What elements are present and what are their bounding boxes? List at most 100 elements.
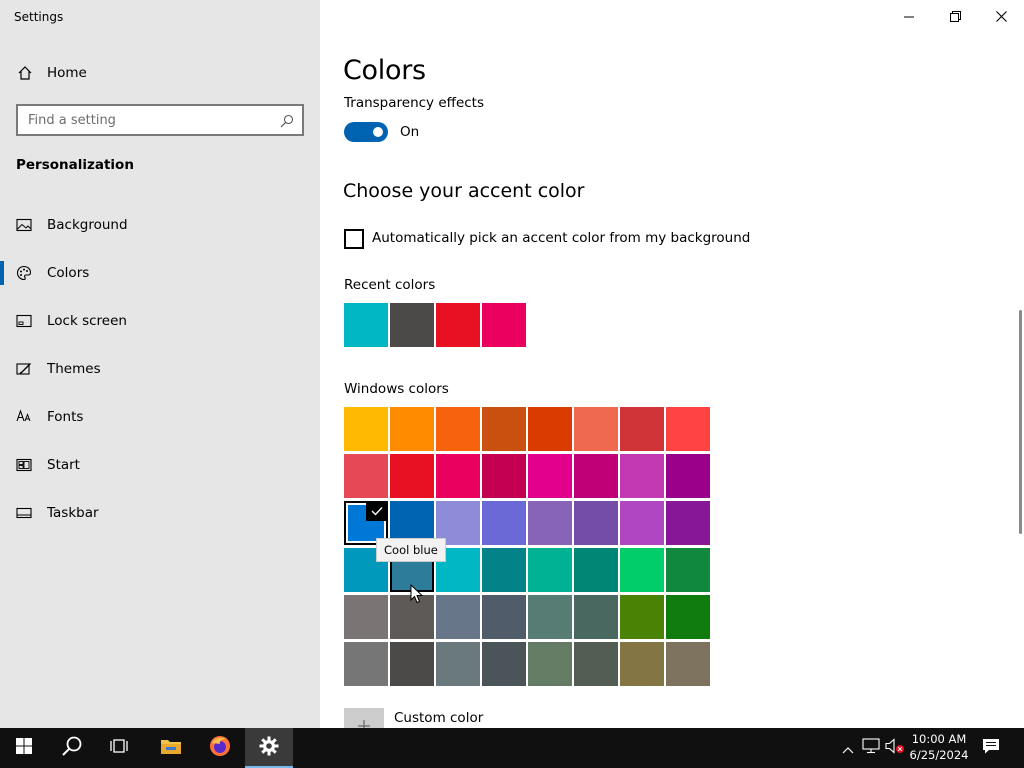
start-button[interactable] xyxy=(0,728,48,768)
action-center-button[interactable] xyxy=(981,738,1001,758)
clock-date: 6/25/2024 xyxy=(909,748,969,762)
windows-color-swatch[interactable] xyxy=(620,548,664,592)
search-input[interactable] xyxy=(18,106,268,134)
recent-colors-label: Recent colors xyxy=(344,277,436,293)
lock-screen-icon xyxy=(16,313,32,329)
sidebar-item-colors[interactable]: Colors xyxy=(0,253,320,293)
scrollbar-thumb[interactable] xyxy=(1019,310,1022,534)
file-explorer-button[interactable] xyxy=(147,728,195,768)
windows-color-swatch[interactable] xyxy=(528,454,572,498)
windows-color-swatch[interactable] xyxy=(574,595,618,639)
recent-color-swatch[interactable] xyxy=(436,303,480,347)
windows-color-swatch[interactable] xyxy=(436,407,480,451)
windows-color-swatch[interactable] xyxy=(666,642,710,686)
network-tray-button[interactable] xyxy=(861,738,881,758)
recent-color-swatch[interactable] xyxy=(390,303,434,347)
home-icon xyxy=(17,65,33,81)
windows-color-swatch[interactable] xyxy=(574,642,618,686)
volume-tray-button[interactable] xyxy=(885,738,905,758)
windows-color-swatch[interactable] xyxy=(620,642,664,686)
sidebar: Settings Home Personalization Background… xyxy=(0,0,320,728)
windows-color-swatch[interactable] xyxy=(482,407,526,451)
windows-color-swatch[interactable] xyxy=(666,501,710,545)
sidebar-item-label: Themes xyxy=(47,361,101,377)
firefox-button[interactable] xyxy=(196,728,244,768)
windows-color-swatch[interactable] xyxy=(666,407,710,451)
auto-pick-checkbox[interactable] xyxy=(344,229,364,249)
windows-color-swatch[interactable] xyxy=(528,501,572,545)
windows-color-swatch[interactable] xyxy=(344,454,388,498)
windows-color-swatch[interactable] xyxy=(436,642,480,686)
settings-taskbar-button[interactable] xyxy=(245,728,293,768)
picture-icon xyxy=(16,217,32,233)
custom-color-label[interactable]: Custom color xyxy=(394,710,483,726)
recent-color-swatch[interactable] xyxy=(482,303,526,347)
windows-color-swatch[interactable] xyxy=(344,595,388,639)
sidebar-item-taskbar[interactable]: Taskbar xyxy=(0,493,320,533)
checkmark-icon xyxy=(366,501,388,521)
taskbar-search-button[interactable] xyxy=(48,728,96,768)
recent-colors-row xyxy=(344,303,526,347)
minimize-button[interactable] xyxy=(886,0,932,32)
taskbar-icon xyxy=(16,505,32,521)
taskbar-clock[interactable]: 10:00 AM 6/25/2024 xyxy=(904,731,974,763)
windows-color-swatch[interactable] xyxy=(436,595,480,639)
sidebar-item-themes[interactable]: Themes xyxy=(0,349,320,389)
windows-color-swatch[interactable] xyxy=(528,595,572,639)
custom-color-button[interactable] xyxy=(344,708,384,728)
windows-color-swatch[interactable] xyxy=(574,454,618,498)
windows-colors-label: Windows colors xyxy=(344,381,449,397)
windows-color-swatch[interactable] xyxy=(574,501,618,545)
windows-color-swatch[interactable] xyxy=(620,454,664,498)
recent-color-swatch[interactable] xyxy=(344,303,388,347)
firefox-icon xyxy=(209,735,231,761)
windows-color-swatch[interactable] xyxy=(482,595,526,639)
windows-color-swatch[interactable] xyxy=(574,407,618,451)
search-icon[interactable] xyxy=(280,113,294,128)
folder-icon xyxy=(160,737,182,759)
restore-button[interactable] xyxy=(932,0,978,32)
toggle-state-label: On xyxy=(400,124,420,140)
sidebar-item-background[interactable]: Background xyxy=(0,205,320,245)
windows-color-swatch[interactable] xyxy=(666,548,710,592)
sidebar-item-lock-screen[interactable]: Lock screen xyxy=(0,301,320,341)
task-view-button[interactable] xyxy=(96,728,144,768)
transparency-toggle[interactable] xyxy=(344,122,388,142)
page-title: Colors xyxy=(343,55,426,86)
accent-color-heading: Choose your accent color xyxy=(343,180,585,202)
themes-icon xyxy=(16,361,32,377)
start-icon xyxy=(16,457,32,473)
sidebar-item-fonts[interactable]: Fonts xyxy=(0,397,320,437)
windows-color-swatch[interactable] xyxy=(482,642,526,686)
windows-color-swatch[interactable] xyxy=(620,407,664,451)
windows-color-swatch[interactable] xyxy=(574,548,618,592)
windows-color-swatch[interactable] xyxy=(528,548,572,592)
sidebar-item-start[interactable]: Start xyxy=(0,445,320,485)
windows-color-swatch[interactable] xyxy=(482,454,526,498)
toggle-knob xyxy=(373,127,383,137)
windows-color-swatch[interactable] xyxy=(390,407,434,451)
close-button[interactable] xyxy=(978,0,1024,32)
windows-color-swatch[interactable] xyxy=(528,407,572,451)
windows-color-swatch[interactable] xyxy=(344,642,388,686)
color-tooltip: Cool blue xyxy=(376,538,446,562)
windows-color-swatch[interactable] xyxy=(620,501,664,545)
auto-pick-label[interactable]: Automatically pick an accent color from … xyxy=(372,230,750,246)
windows-color-swatch[interactable] xyxy=(482,548,526,592)
network-icon xyxy=(862,738,880,758)
windows-color-swatch[interactable] xyxy=(528,642,572,686)
windows-color-swatch[interactable] xyxy=(620,595,664,639)
windows-color-swatch[interactable] xyxy=(390,454,434,498)
sidebar-item-home[interactable]: Home xyxy=(0,57,320,89)
windows-color-swatch[interactable] xyxy=(666,454,710,498)
clock-time: 10:00 AM xyxy=(911,732,967,746)
windows-color-swatch[interactable] xyxy=(436,454,480,498)
windows-color-swatch[interactable] xyxy=(390,642,434,686)
close-icon xyxy=(995,7,1007,26)
sidebar-item-label: Colors xyxy=(47,265,90,281)
windows-color-swatch[interactable] xyxy=(344,407,388,451)
show-hidden-icons-button[interactable] xyxy=(838,738,858,758)
search-box[interactable] xyxy=(16,104,304,136)
windows-color-swatch[interactable] xyxy=(666,595,710,639)
windows-color-swatch[interactable] xyxy=(482,501,526,545)
